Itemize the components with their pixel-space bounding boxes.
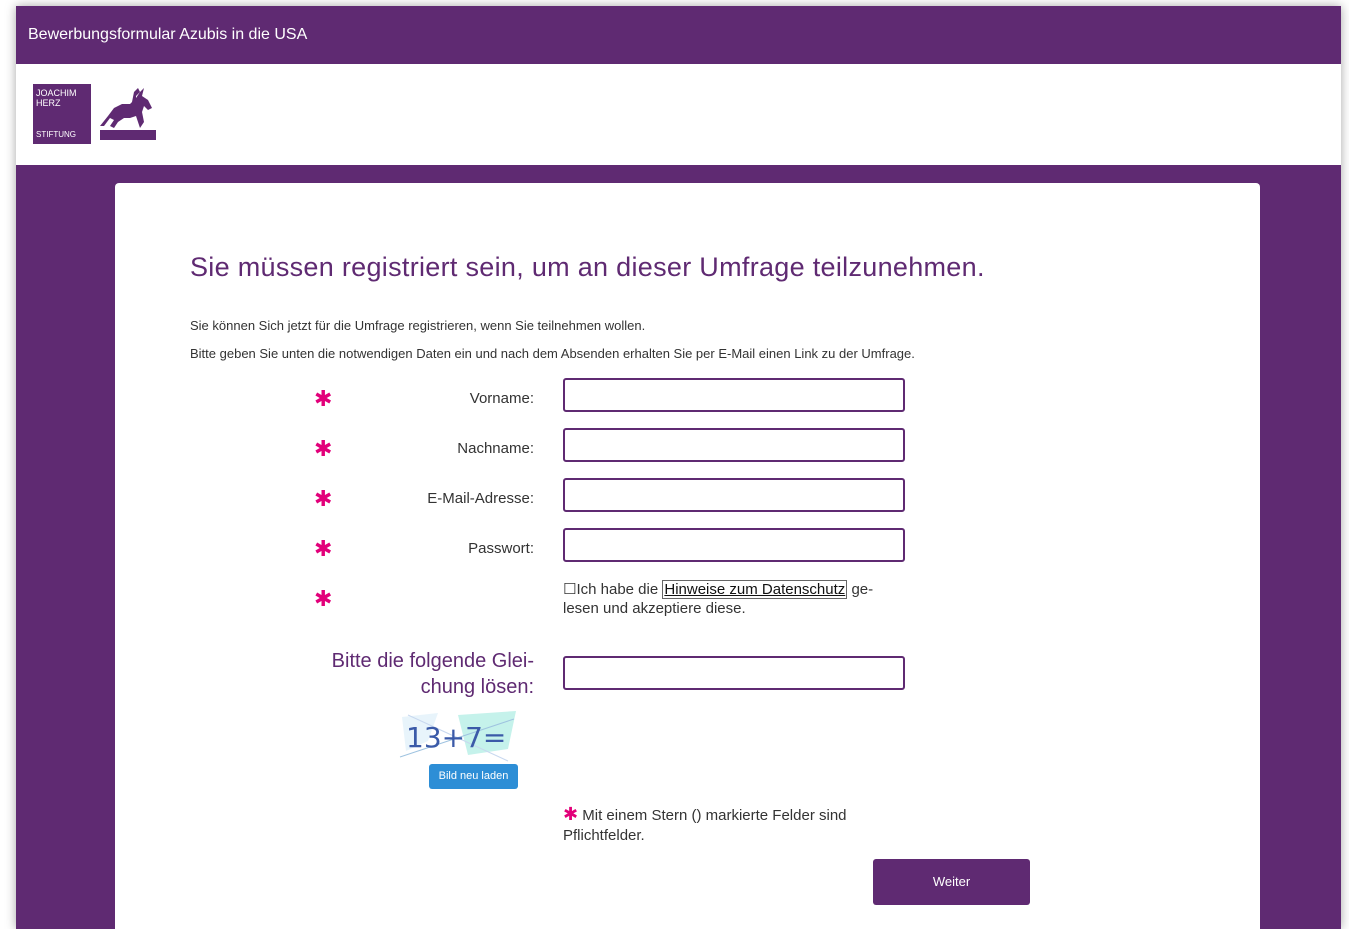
password-label: Passwort: (468, 540, 534, 557)
required-fields-note: ✱ Mit einem Stern () markierte Felder si… (563, 804, 903, 846)
last-name-label: Nachname: (457, 440, 534, 457)
first-name-label: Vorname: (469, 390, 534, 407)
page-heading: Sie müssen registriert sein, um an diese… (190, 252, 985, 282)
email-label: E-Mail-Adresse: (427, 490, 534, 507)
privacy-consent-checkbox[interactable]: ☐ (563, 581, 576, 598)
consent-prefix: Ich habe die (576, 581, 663, 598)
required-star-icon: ✱ (314, 536, 333, 561)
required-star-icon: ✱ (314, 386, 333, 411)
logo-line-3: STIFTUNG (36, 130, 76, 139)
email-field[interactable] (563, 478, 905, 512)
required-star-icon: ✱ (314, 586, 333, 611)
intro-text-1: Sie können Sich jetzt für die Umfrage re… (190, 318, 646, 333)
required-star-icon: ✱ (314, 436, 333, 461)
survey-title-bar: Bewerbungsformular Azubis in die USA (16, 6, 1341, 64)
captcha-label: Bitte die folgende Glei-chung lösen: (331, 650, 534, 698)
foundation-logo: JOACHIM HERZ STIFTUNG (33, 84, 91, 144)
captcha-answer-field[interactable] (563, 656, 905, 690)
logo-line-1: JOACHIM (36, 88, 77, 98)
password-field[interactable] (563, 528, 905, 562)
required-star-icon: ✱ (563, 804, 579, 824)
privacy-notice-link[interactable]: Hinweise zum Datenschutz (662, 580, 848, 599)
survey-title: Bewerbungsformular Azubis in die USA (28, 26, 308, 43)
captcha-image: 13+7= (398, 711, 516, 763)
first-name-field[interactable] (563, 378, 905, 412)
next-button[interactable]: Weiter (873, 859, 1030, 905)
horse-rider-icon (100, 88, 156, 140)
last-name-field[interactable] (563, 428, 905, 462)
logo-line-2: HERZ (36, 98, 61, 108)
brand-bar: JOACHIM HERZ STIFTUNG (16, 64, 1341, 165)
intro-text-2: Bitte geben Sie unten die notwendigen Da… (190, 346, 915, 361)
required-star-icon: ✱ (314, 486, 333, 511)
privacy-consent: ☐Ich habe die Hinweise zum Datenschutz g… (563, 580, 903, 618)
captcha-text: 13+7= (406, 721, 506, 754)
required-note-text: Mit einem Stern () markierte Felder sind… (563, 807, 847, 844)
reload-captcha-button[interactable]: Bild neu laden (429, 764, 518, 789)
